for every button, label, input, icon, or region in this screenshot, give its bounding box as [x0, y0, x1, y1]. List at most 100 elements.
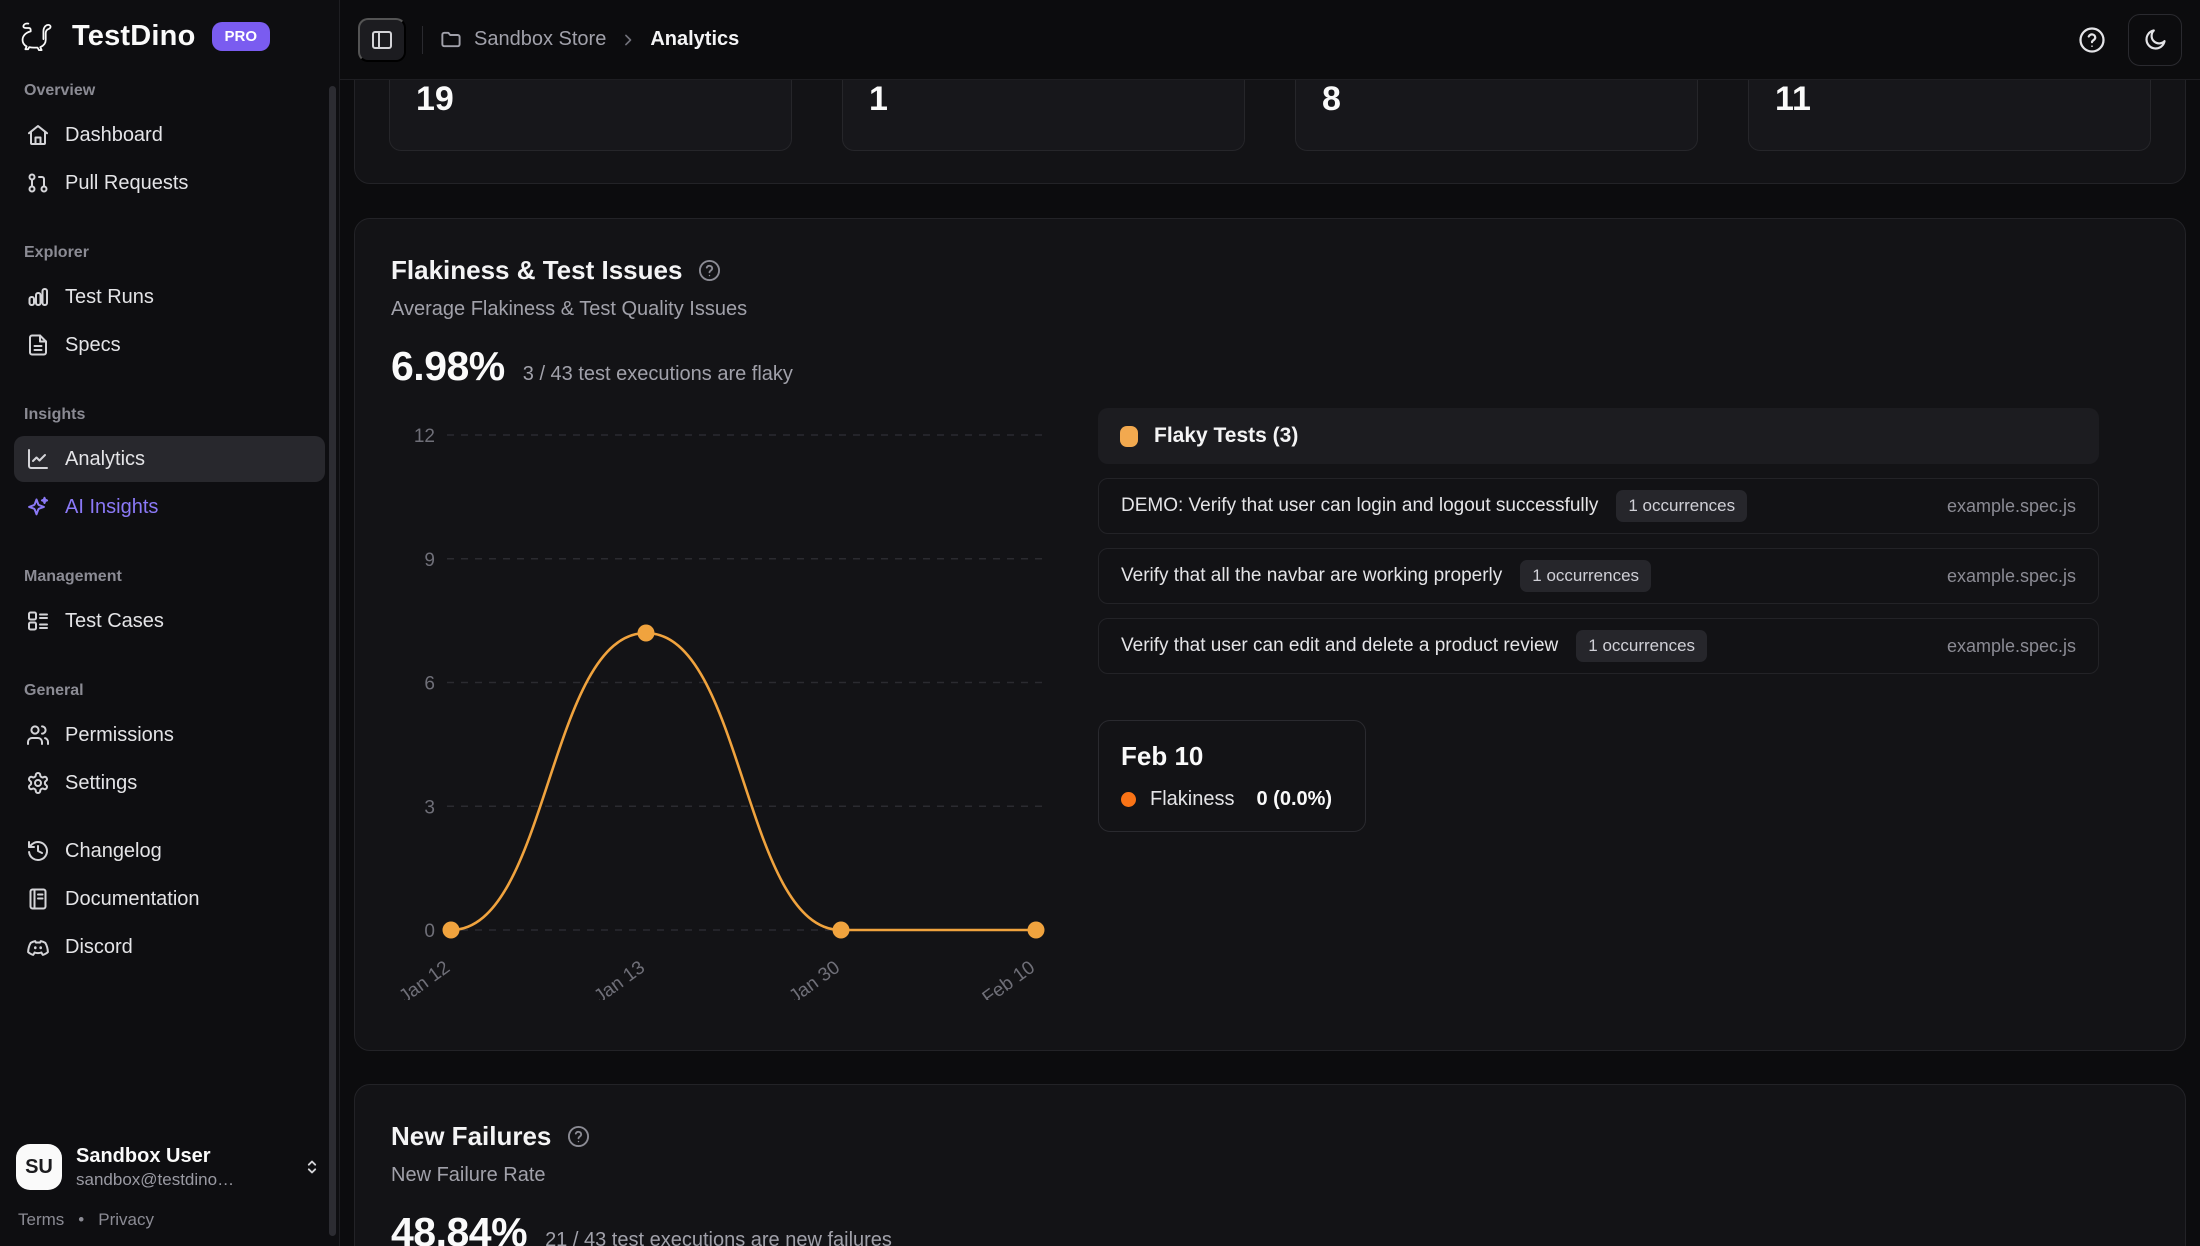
sidebar-item-permissions[interactable]: Permissions: [14, 712, 325, 758]
svg-text:0: 0: [424, 921, 435, 942]
sidebar-item-test-runs[interactable]: Test Runs: [14, 274, 325, 320]
theme-toggle-button[interactable]: [2128, 14, 2182, 66]
sidebar-item-test-cases[interactable]: Test Cases: [14, 598, 325, 644]
discord-icon: [26, 935, 50, 959]
svg-text:3: 3: [424, 797, 435, 818]
sidebar-scrollbar[interactable]: [329, 86, 336, 1236]
gear-icon: [26, 771, 50, 795]
sidebar-toggle-button[interactable]: [358, 18, 406, 62]
occurrences-badge: 1 occurrences: [1576, 630, 1707, 662]
user-menu[interactable]: SU Sandbox User sandbox@testdino.co…: [0, 1132, 339, 1202]
breadcrumb-page: Analytics: [650, 28, 739, 51]
moon-icon: [2142, 27, 2168, 53]
flakiness-card: Flakiness & Test Issues Average Flakines…: [354, 218, 2186, 1051]
users-icon: [26, 723, 50, 747]
sidebar-item-dashboard[interactable]: Dashboard: [14, 112, 325, 158]
section-label-explorer: Explorer: [14, 234, 325, 272]
help-circle-icon[interactable]: [696, 258, 722, 284]
stat-value: 19: [416, 80, 454, 118]
history-icon: [26, 839, 50, 863]
sidebar-item-pull-requests[interactable]: Pull Requests: [14, 160, 325, 206]
flaky-test-row[interactable]: Verify that all the navbar are working p…: [1098, 548, 2099, 604]
section-label-insights: Insights: [14, 396, 325, 434]
sidebar-nav: Overview Dashboard Pull Requests Explore…: [0, 66, 339, 1132]
flaky-test-row[interactable]: Verify that user can edit and delete a p…: [1098, 618, 2099, 674]
flakiness-series-dot-icon: [1121, 792, 1136, 807]
flakiness-subtitle: Average Flakiness & Test Quality Issues: [391, 298, 2149, 321]
panel-left-icon: [370, 28, 394, 52]
sidebar-item-label: Dashboard: [65, 124, 163, 147]
occurrences-badge: 1 occurrences: [1520, 560, 1651, 592]
git-pull-request-icon: [26, 171, 50, 195]
topbar-divider: [422, 26, 423, 54]
stat-value: 11: [1775, 80, 1811, 118]
sidebar-item-documentation[interactable]: Documentation: [14, 876, 325, 922]
sidebar-item-label: Analytics: [65, 448, 145, 471]
section-label-overview: Overview: [14, 72, 325, 110]
file-text-icon: [26, 333, 50, 357]
sidebar-item-label: Changelog: [65, 840, 162, 863]
avatar: SU: [16, 1144, 62, 1190]
layout-list-icon: [26, 609, 50, 633]
new-failures-title: New Failures: [391, 1121, 551, 1152]
sidebar-item-settings[interactable]: Settings: [14, 760, 325, 806]
breadcrumb-project[interactable]: Sandbox Store: [474, 28, 606, 51]
svg-text:12: 12: [414, 426, 435, 447]
flakiness-chart[interactable]: 036912Jan 12Jan 13Jan 30Feb 10: [391, 408, 1051, 1000]
privacy-link[interactable]: Privacy: [98, 1210, 154, 1230]
sidebar-item-ai-insights[interactable]: AI Insights: [14, 484, 325, 530]
chevrons-up-down-icon: [301, 1156, 323, 1178]
sidebar-item-label: Discord: [65, 936, 133, 959]
flaky-legend-label: Flaky Tests (3): [1154, 424, 1298, 448]
flaky-test-row[interactable]: DEMO: Verify that user can login and log…: [1098, 478, 2099, 534]
help-circle-icon[interactable]: [565, 1124, 591, 1150]
bar-chart-icon: [26, 285, 50, 309]
brand-name: TestDino: [72, 20, 196, 53]
flaky-tests-legend: Flaky Tests (3): [1098, 408, 2099, 464]
sidebar-item-analytics[interactable]: Analytics: [14, 436, 325, 482]
topbar: Sandbox Store Analytics: [340, 0, 2200, 80]
line-chart-icon: [26, 447, 50, 471]
breadcrumb: Sandbox Store Analytics: [439, 28, 739, 51]
help-icon[interactable]: [2076, 24, 2108, 56]
test-name: DEMO: Verify that user can login and log…: [1121, 495, 1598, 517]
sidebar-item-discord[interactable]: Discord: [14, 924, 325, 970]
sidebar-item-label: Specs: [65, 334, 121, 357]
tooltip-date: Feb 10: [1121, 741, 1343, 772]
sidebar-item-specs[interactable]: Specs: [14, 322, 325, 368]
chevron-right-icon: [618, 30, 638, 50]
stat-card: 11: [1748, 80, 2151, 151]
sidebar-item-changelog[interactable]: Changelog: [14, 828, 325, 874]
pro-badge: PRO: [212, 22, 271, 51]
sidebar-item-label: Test Cases: [65, 610, 164, 633]
test-name: Verify that user can edit and delete a p…: [1121, 635, 1558, 657]
chart-tooltip-card: Feb 10 Flakiness 0 (0.0%): [1098, 720, 1366, 832]
section-label-management: Management: [14, 558, 325, 596]
user-email: sandbox@testdino.co…: [76, 1170, 236, 1190]
terms-link[interactable]: Terms: [18, 1210, 64, 1230]
new-failures-card: New Failures New Failure Rate 48.84% 21 …: [354, 1084, 2186, 1246]
legal-separator: •: [78, 1210, 84, 1230]
flakiness-metric: 6.98%: [391, 343, 505, 390]
folder-icon: [439, 28, 462, 51]
home-icon: [26, 123, 50, 147]
flaky-legend-swatch-icon: [1120, 426, 1138, 447]
section-label-general: General: [14, 672, 325, 710]
sidebar-item-label: Settings: [65, 772, 137, 795]
stat-card: 8: [1295, 80, 1698, 151]
sidebar-item-label: Permissions: [65, 724, 174, 747]
stat-card: 1: [842, 80, 1245, 151]
svg-text:6: 6: [424, 674, 435, 695]
tooltip-series-label: Flakiness: [1150, 788, 1234, 811]
svg-text:Jan 13: Jan 13: [590, 957, 648, 1000]
content: 19 1 8 11 Flakiness & Test Issues Averag…: [340, 80, 2200, 1246]
occurrences-badge: 1 occurrences: [1616, 490, 1747, 522]
tooltip-series-value: 0 (0.0%): [1256, 788, 1332, 811]
svg-text:Jan 30: Jan 30: [785, 957, 843, 1000]
flakiness-title: Flakiness & Test Issues: [391, 255, 682, 286]
svg-text:9: 9: [424, 550, 435, 571]
stat-value: 1: [869, 80, 888, 118]
sidebar-item-label: Test Runs: [65, 286, 154, 309]
brand[interactable]: TestDino PRO: [0, 0, 339, 66]
test-name: Verify that all the navbar are working p…: [1121, 565, 1502, 587]
